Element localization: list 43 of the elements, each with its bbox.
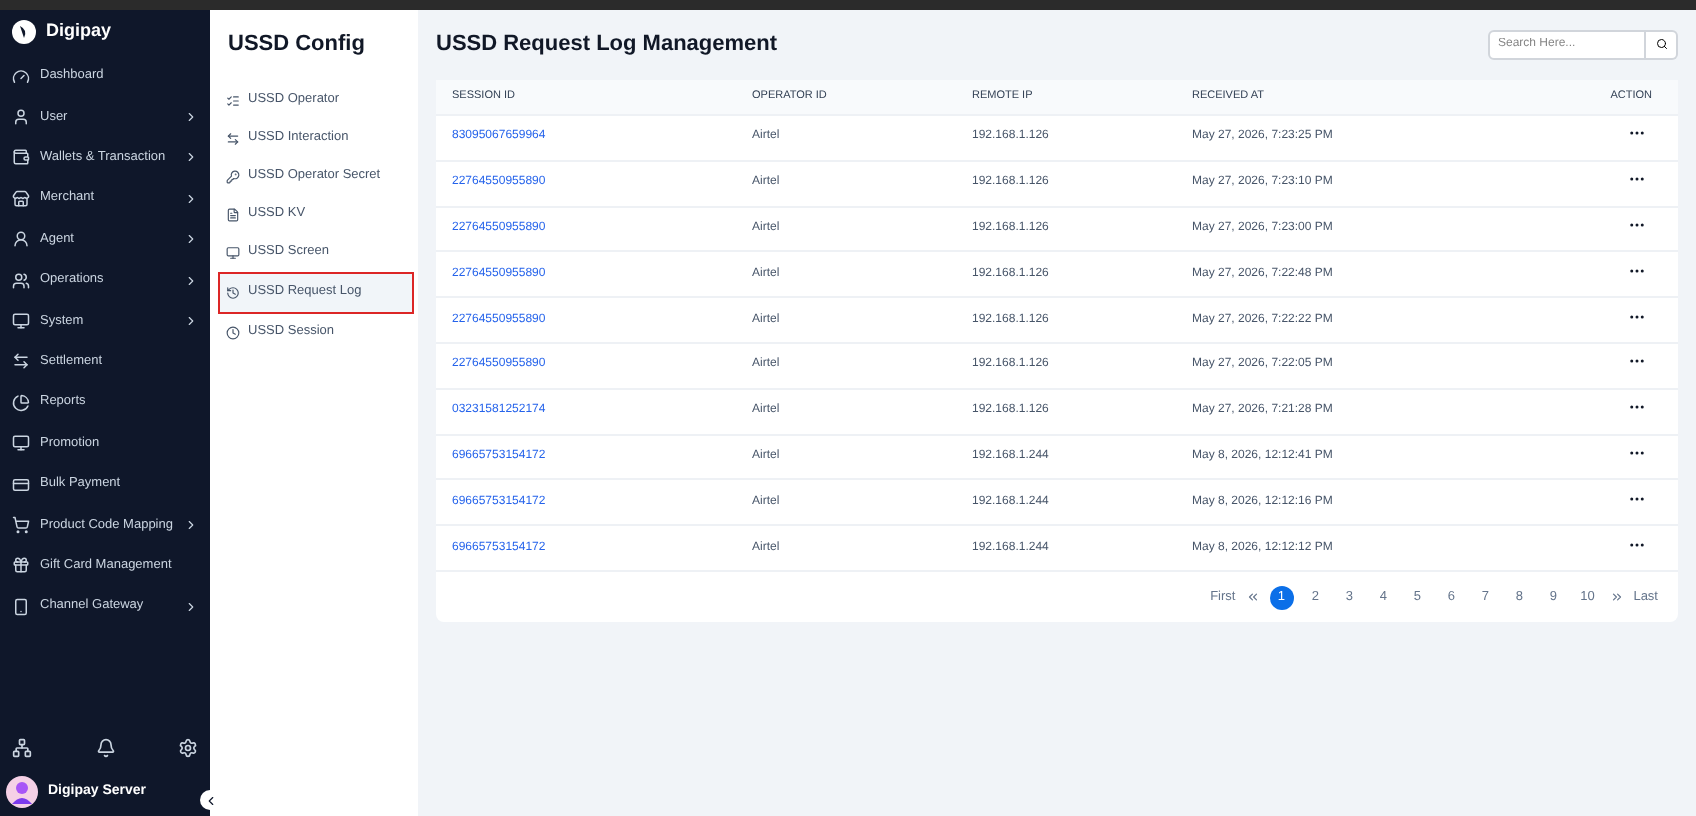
history-icon xyxy=(226,285,240,299)
user-icon xyxy=(12,230,30,249)
cart-icon xyxy=(12,515,30,534)
document-icon xyxy=(226,207,240,221)
settings-icon[interactable] xyxy=(178,738,198,758)
pie-chart-icon xyxy=(12,393,30,412)
store-icon xyxy=(12,189,30,208)
chevron-icon xyxy=(184,314,198,329)
bell-icon[interactable] xyxy=(95,738,115,758)
chevron-icon xyxy=(184,232,198,247)
chevron-icon xyxy=(184,150,198,165)
avatar xyxy=(6,776,38,808)
users-icon xyxy=(12,271,30,290)
search-icon xyxy=(1655,38,1667,51)
chevron-icon xyxy=(184,273,198,288)
wallet-icon xyxy=(12,148,30,167)
phone-icon xyxy=(12,597,30,616)
clock-icon xyxy=(226,325,240,339)
list-icon xyxy=(226,93,240,107)
chevron-left-icon xyxy=(203,793,217,807)
chevron-icon xyxy=(184,517,198,532)
brand-name: Digipay xyxy=(46,18,112,45)
monitor-icon xyxy=(226,245,240,259)
gift-icon xyxy=(12,556,30,575)
search-button[interactable] xyxy=(1646,29,1678,60)
chevron-icon xyxy=(184,191,198,206)
chevron-icon xyxy=(184,110,198,125)
page-title: USSD Request Log Management xyxy=(436,30,778,60)
gauge-icon xyxy=(12,67,30,86)
card-icon xyxy=(12,475,30,494)
config-title: USSD Config xyxy=(226,30,367,60)
arrows-icon xyxy=(226,131,240,145)
next-icon[interactable] xyxy=(1609,590,1624,605)
network-icon[interactable] xyxy=(12,738,32,758)
arrows-icon xyxy=(12,352,30,371)
chevron-icon xyxy=(184,599,198,614)
collapse-button[interactable] xyxy=(200,790,220,810)
user-icon xyxy=(12,108,30,127)
monitor-icon xyxy=(12,434,30,453)
monitor-icon xyxy=(12,312,30,331)
logo-icon xyxy=(12,20,36,44)
key-icon xyxy=(226,169,240,183)
previous-icon[interactable] xyxy=(1245,590,1260,605)
